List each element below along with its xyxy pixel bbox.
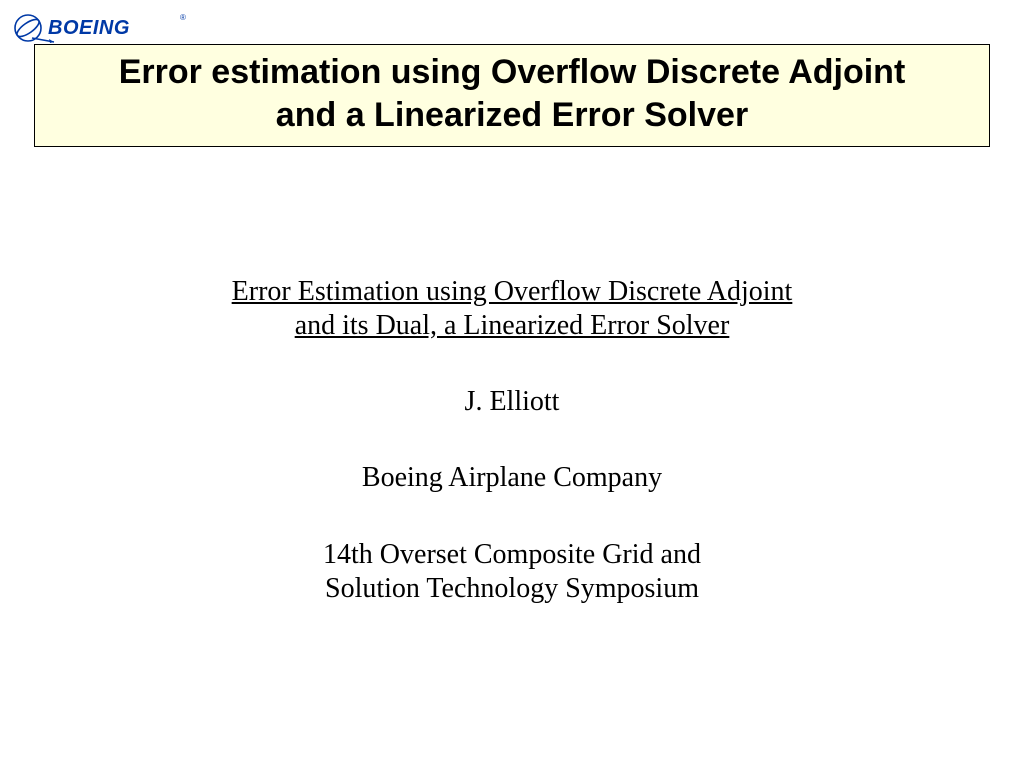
logo-wordmark: BOEING xyxy=(48,17,130,39)
title-line-2: and a Linearized Error Solver xyxy=(276,96,748,134)
event-name: 14th Overset Composite Grid and Solution… xyxy=(0,538,1024,606)
subtitle-line-1: Error Estimation using Overflow Discrete… xyxy=(232,276,793,307)
event-line-2: Solution Technology Symposium xyxy=(325,573,699,604)
slide-title-bar: Error estimation using Overflow Discrete… xyxy=(34,44,990,147)
author-name: J. Elliott xyxy=(0,385,1024,419)
slide-title: Error estimation using Overflow Discrete… xyxy=(43,51,981,136)
boeing-logo: BOEING ® xyxy=(10,8,190,44)
slide-body: Error Estimation using Overflow Discrete… xyxy=(0,275,1024,606)
event-line-1: 14th Overset Composite Grid and xyxy=(323,539,701,570)
title-line-1: Error estimation using Overflow Discrete… xyxy=(119,53,906,91)
subtitle: Error Estimation using Overflow Discrete… xyxy=(0,275,1024,343)
svg-text:®: ® xyxy=(180,13,186,22)
subtitle-line-2: and its Dual, a Linearized Error Solver xyxy=(295,310,730,341)
company-name: Boeing Airplane Company xyxy=(0,461,1024,495)
